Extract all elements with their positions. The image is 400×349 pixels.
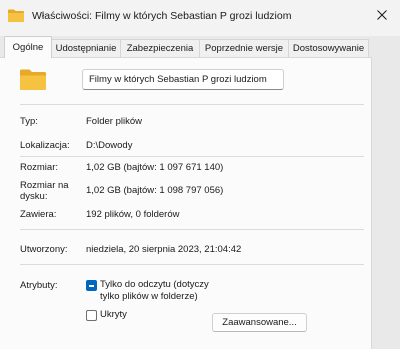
folder-name-field[interactable]: Filmy w których Sebastian P grozi ludzio… xyxy=(82,69,284,90)
close-button[interactable] xyxy=(364,0,400,30)
created-label: Utworzony: xyxy=(20,244,68,255)
size-value: 1,02 GB (bajtów: 1 097 671 140) xyxy=(86,162,224,173)
divider xyxy=(20,156,364,157)
size-label: Rozmiar: xyxy=(20,162,59,173)
general-panel xyxy=(0,57,372,349)
contains-label: Zawiera: xyxy=(20,209,57,220)
contains-value: 192 plików, 0 folderów xyxy=(86,209,180,220)
type-value: Folder plików xyxy=(86,116,142,127)
type-label: Typ: xyxy=(20,116,38,127)
close-icon xyxy=(377,10,387,20)
tab-sharing[interactable]: Udostępnianie xyxy=(51,39,121,57)
tab-security[interactable]: Zabezpieczenia xyxy=(120,39,200,57)
attributes-label: Atrybuty: xyxy=(20,280,58,291)
tab-previous-versions[interactable]: Poprzednie wersje xyxy=(199,39,289,57)
window-title: Właściwości: Filmy w których Sebastian P… xyxy=(32,10,292,22)
tab-customize[interactable]: Dostosowywanie xyxy=(288,39,369,57)
readonly-checkbox[interactable] xyxy=(86,280,97,291)
folder-icon xyxy=(20,69,46,90)
folder-icon xyxy=(8,9,24,22)
location-value: D:\Dowody xyxy=(86,140,133,151)
divider xyxy=(20,264,364,265)
size-on-disk-label: Rozmiar na dysku: xyxy=(20,180,69,202)
size-on-disk-value: 1,02 GB (bajtów: 1 098 797 056) xyxy=(86,185,224,196)
hidden-checkbox[interactable] xyxy=(86,310,97,321)
tab-strip: Ogólne Udostępnianie Zabezpieczenia Popr… xyxy=(0,36,400,58)
divider xyxy=(20,229,364,230)
readonly-label[interactable]: Tylko do odczytu (dotyczy tylko plików w… xyxy=(100,279,222,303)
advanced-button[interactable]: Zaawansowane... xyxy=(212,313,307,332)
tab-general[interactable]: Ogólne xyxy=(4,36,52,58)
location-label: Lokalizacja: xyxy=(20,140,70,151)
hidden-label[interactable]: Ukryty xyxy=(100,309,127,321)
created-value: niedziela, 20 sierpnia 2023, 21:04:42 xyxy=(86,244,242,255)
title-bar: Właściwości: Filmy w których Sebastian P… xyxy=(0,0,400,36)
divider xyxy=(20,104,364,105)
